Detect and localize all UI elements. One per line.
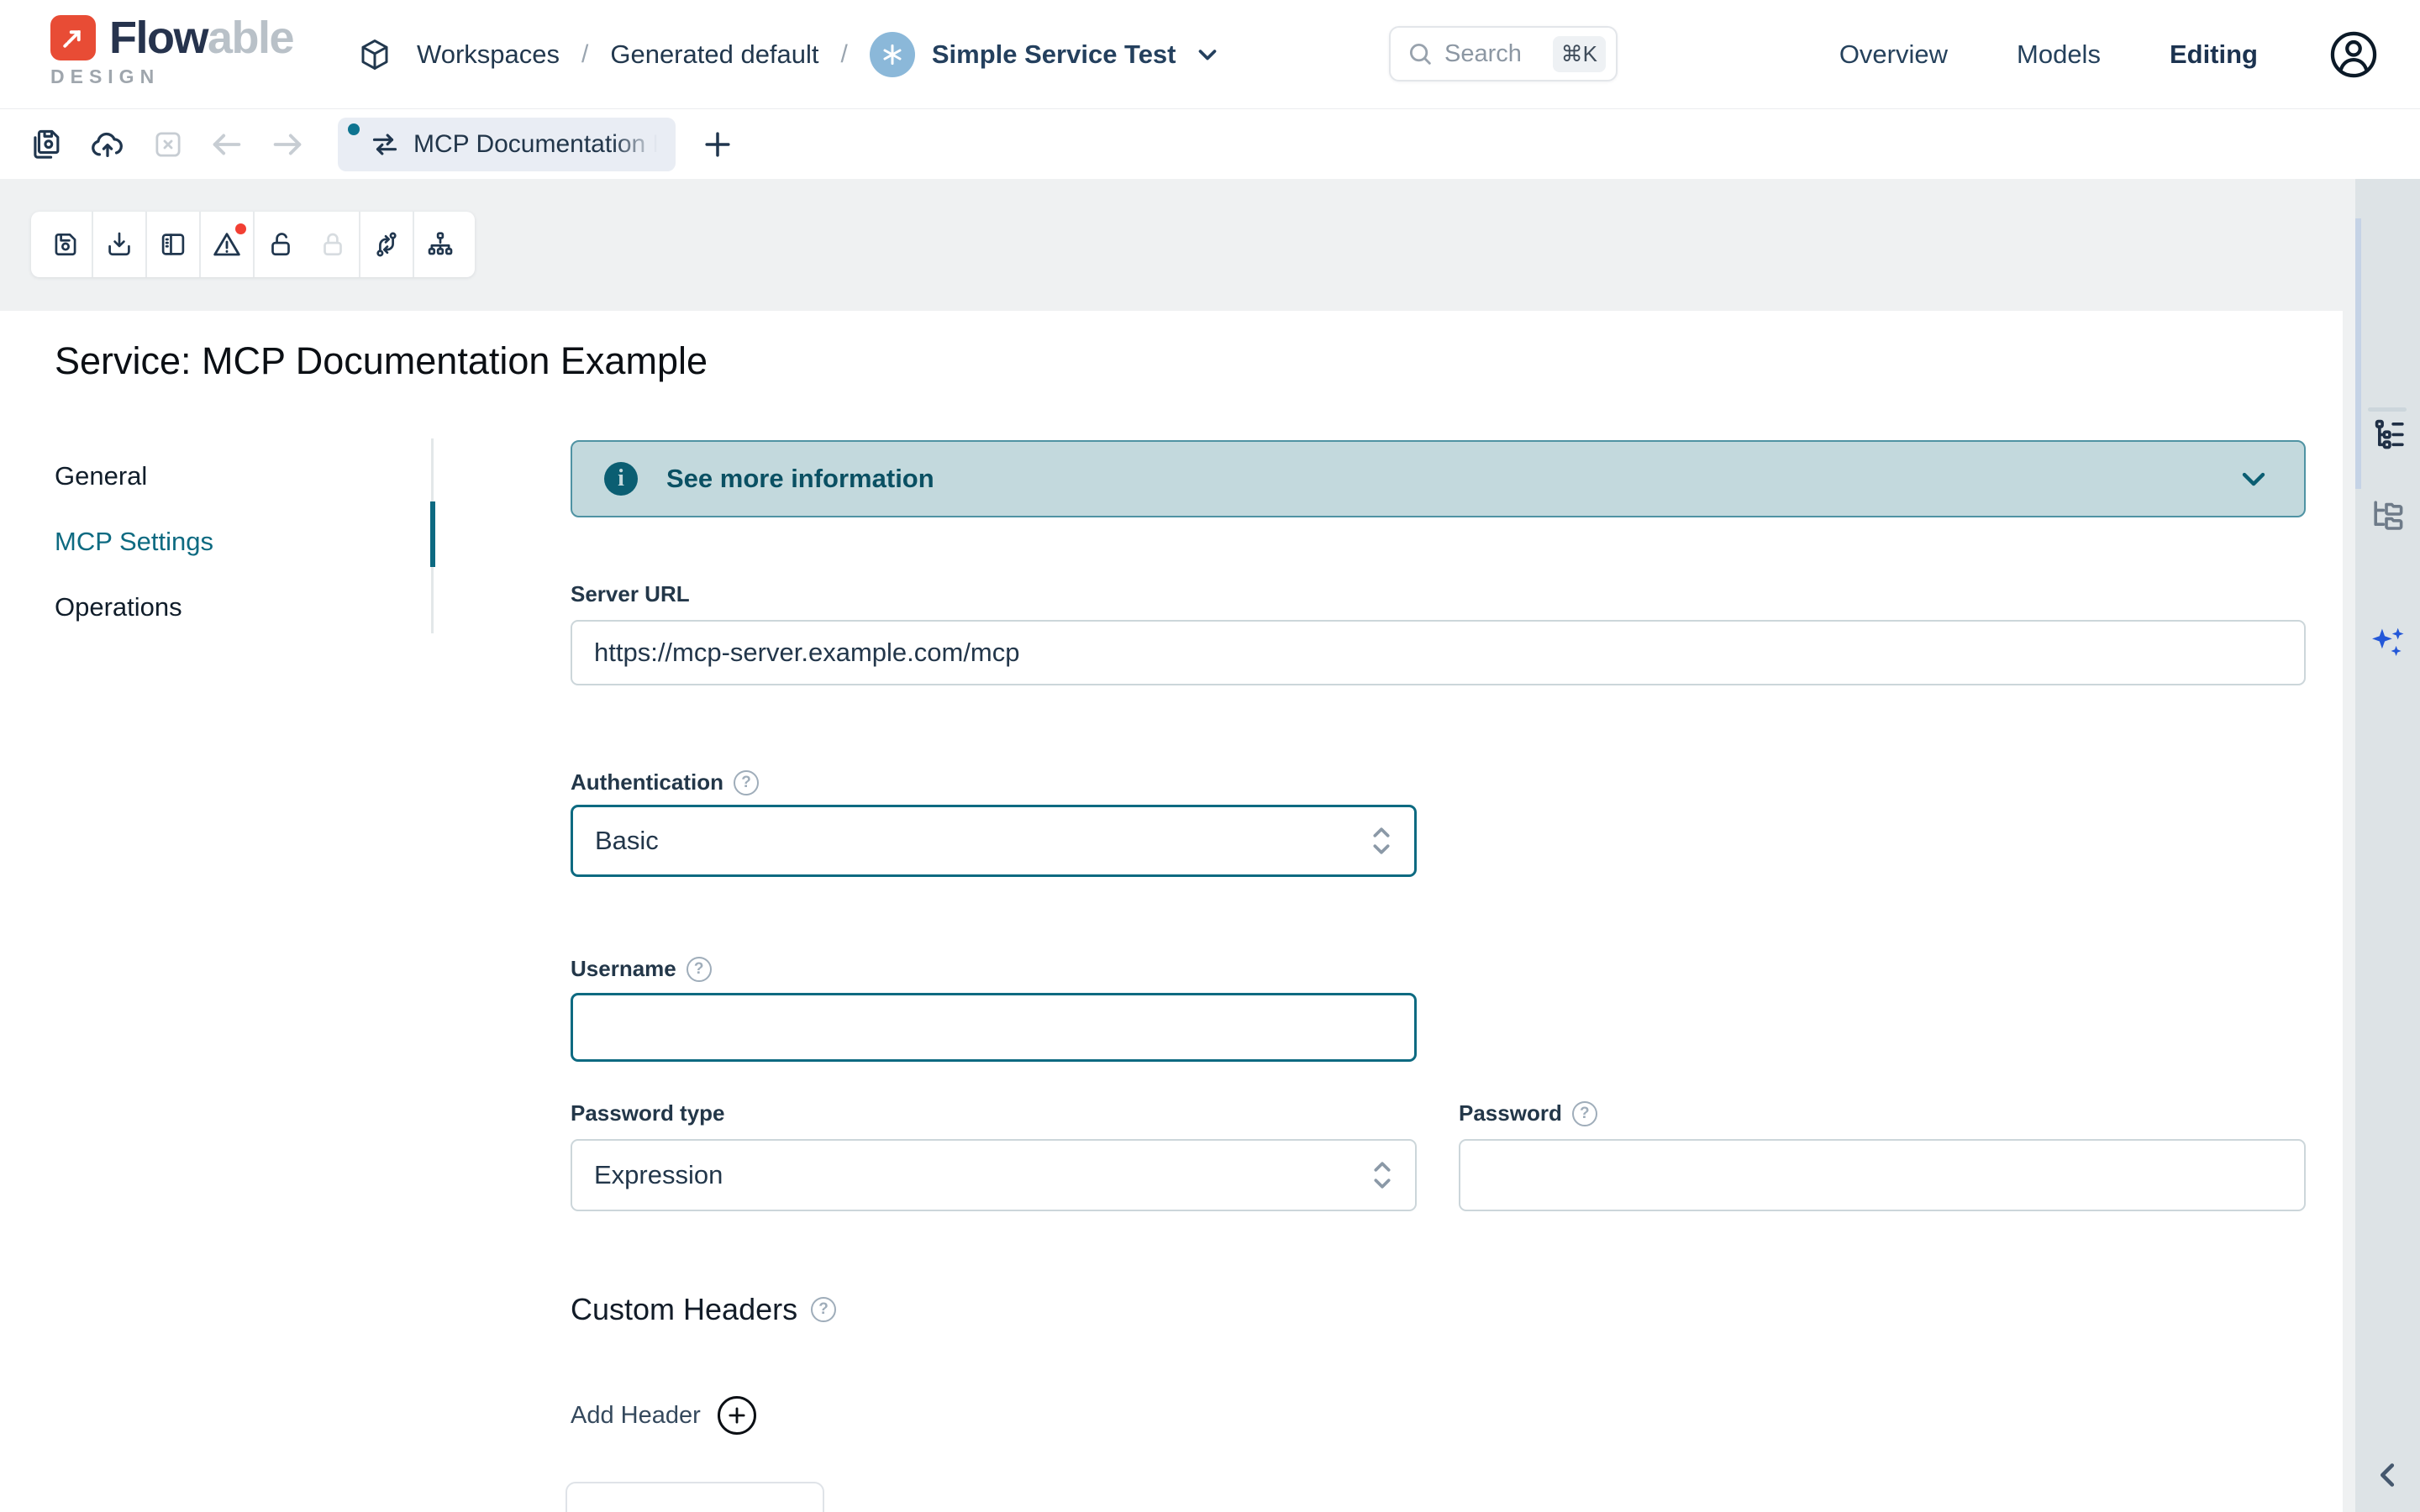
save-button[interactable] [39,212,92,277]
right-rail [2355,179,2420,1512]
tab-mcp-documentation[interactable]: MCP Documentation Ex [338,118,676,171]
nav-editing[interactable]: Editing [2170,39,2258,70]
password-label: Password ? [1459,1100,1597,1126]
plus-circle-icon [718,1396,756,1435]
password-type-value: Expression [594,1160,1371,1190]
search-icon [1406,39,1434,68]
model-name: Simple Service Test [932,39,1176,70]
warning-badge [235,223,246,234]
structure-tree-button[interactable] [2355,416,2420,454]
username-label: Username ? [571,956,712,982]
lock-button [307,212,359,277]
search-shortcut-badge: ⌘K [1553,36,1606,72]
close-tab-button [148,124,188,165]
tab-strip: MCP Documentation Ex [0,109,2420,179]
new-tab-button[interactable] [697,124,738,165]
help-icon[interactable]: ? [1572,1101,1597,1126]
page-title: Service: MCP Documentation Example [55,339,708,383]
chevron-down-icon [1193,40,1222,69]
search-placeholder: Search [1444,40,1543,68]
select-updown-icon [1371,1158,1393,1192]
username-input[interactable] [571,993,1417,1062]
collapse-rail-chevron-button[interactable] [2355,1456,2420,1494]
publish-cloud-upload-button[interactable] [87,124,128,165]
flowable-wordmark: Flowable [109,15,293,60]
top-navigation: Overview Models Editing [1839,0,2381,109]
service-exchange-icon [368,128,402,161]
select-updown-icon [1370,824,1392,858]
folder-tree-button[interactable] [2355,496,2420,537]
flowable-logo-icon [50,15,96,60]
section-mcp-settings[interactable]: MCP Settings [55,509,408,575]
panel-layout-button[interactable] [147,212,199,277]
server-url-input[interactable] [571,620,2306,685]
server-url-label: Server URL [571,581,690,607]
nav-overview[interactable]: Overview [1839,39,1948,70]
password-input[interactable] [1459,1139,2306,1211]
ai-assistant-sparkles-button[interactable] [2355,622,2420,664]
breadcrumb-project[interactable]: Generated default [610,39,818,70]
product-name: DESIGN [50,66,293,88]
hierarchy-view-button[interactable] [414,212,466,277]
section-active-indicator [430,501,435,567]
password-type-label: Password type [571,1100,725,1126]
authentication-label: Authentication ? [571,769,759,795]
rail-divider [2368,407,2407,412]
authentication-select[interactable]: Basic [571,805,1417,877]
export-download-button[interactable] [93,212,145,277]
info-banner[interactable]: i See more information [571,440,2306,517]
undo-back-button [207,124,247,165]
panel-rail-gap [2343,179,2355,1512]
service-model-icon [870,32,915,77]
breadcrumb: Workspaces / Generated default / Simple … [355,0,1222,109]
workspace-cube-icon [355,34,395,75]
compare-versions-button[interactable] [360,212,413,277]
authentication-value: Basic [595,826,1370,856]
unlock-button[interactable] [255,212,307,277]
add-header-button[interactable]: Add Header [571,1396,756,1435]
custom-headers-title: Custom Headers ? [571,1292,836,1327]
model-switcher[interactable]: Simple Service Test [870,32,1222,77]
nav-models[interactable]: Models [2017,39,2101,70]
flowable-logo[interactable]: Flowable DESIGN [50,15,293,88]
banner-expand-chevron-icon[interactable] [2235,460,2272,497]
breadcrumb-workspaces[interactable]: Workspaces [417,39,560,70]
section-general[interactable]: General [55,444,408,509]
validation-warnings-button[interactable] [201,212,253,277]
user-avatar[interactable] [2327,28,2381,81]
section-nav: General MCP Settings Operations [55,444,408,640]
help-icon[interactable]: ? [734,770,759,795]
help-icon[interactable]: ? [811,1297,836,1322]
info-icon: i [604,462,638,496]
save-all-button[interactable] [27,124,67,165]
flowable-design-app: Flowable DESIGN Workspaces / Generated d… [0,0,2420,1512]
model-toolbar [31,212,475,277]
unsaved-changes-dot [348,123,360,135]
section-operations[interactable]: Operations [55,575,408,640]
password-type-select[interactable]: Expression [571,1139,1417,1211]
tab-label: MCP Documentation Ex [413,130,657,159]
breadcrumb-separator: / [841,40,848,69]
info-banner-text: See more information [666,464,2207,494]
search-input[interactable]: Search ⌘K [1389,26,1618,81]
redo-forward-button [267,124,308,165]
detect-operations-button[interactable]: Detect Operations [566,1482,824,1512]
top-header: Flowable DESIGN Workspaces / Generated d… [0,0,2420,109]
add-header-label: Add Header [571,1402,701,1430]
breadcrumb-separator: / [581,40,588,69]
help-icon[interactable]: ? [687,957,712,982]
